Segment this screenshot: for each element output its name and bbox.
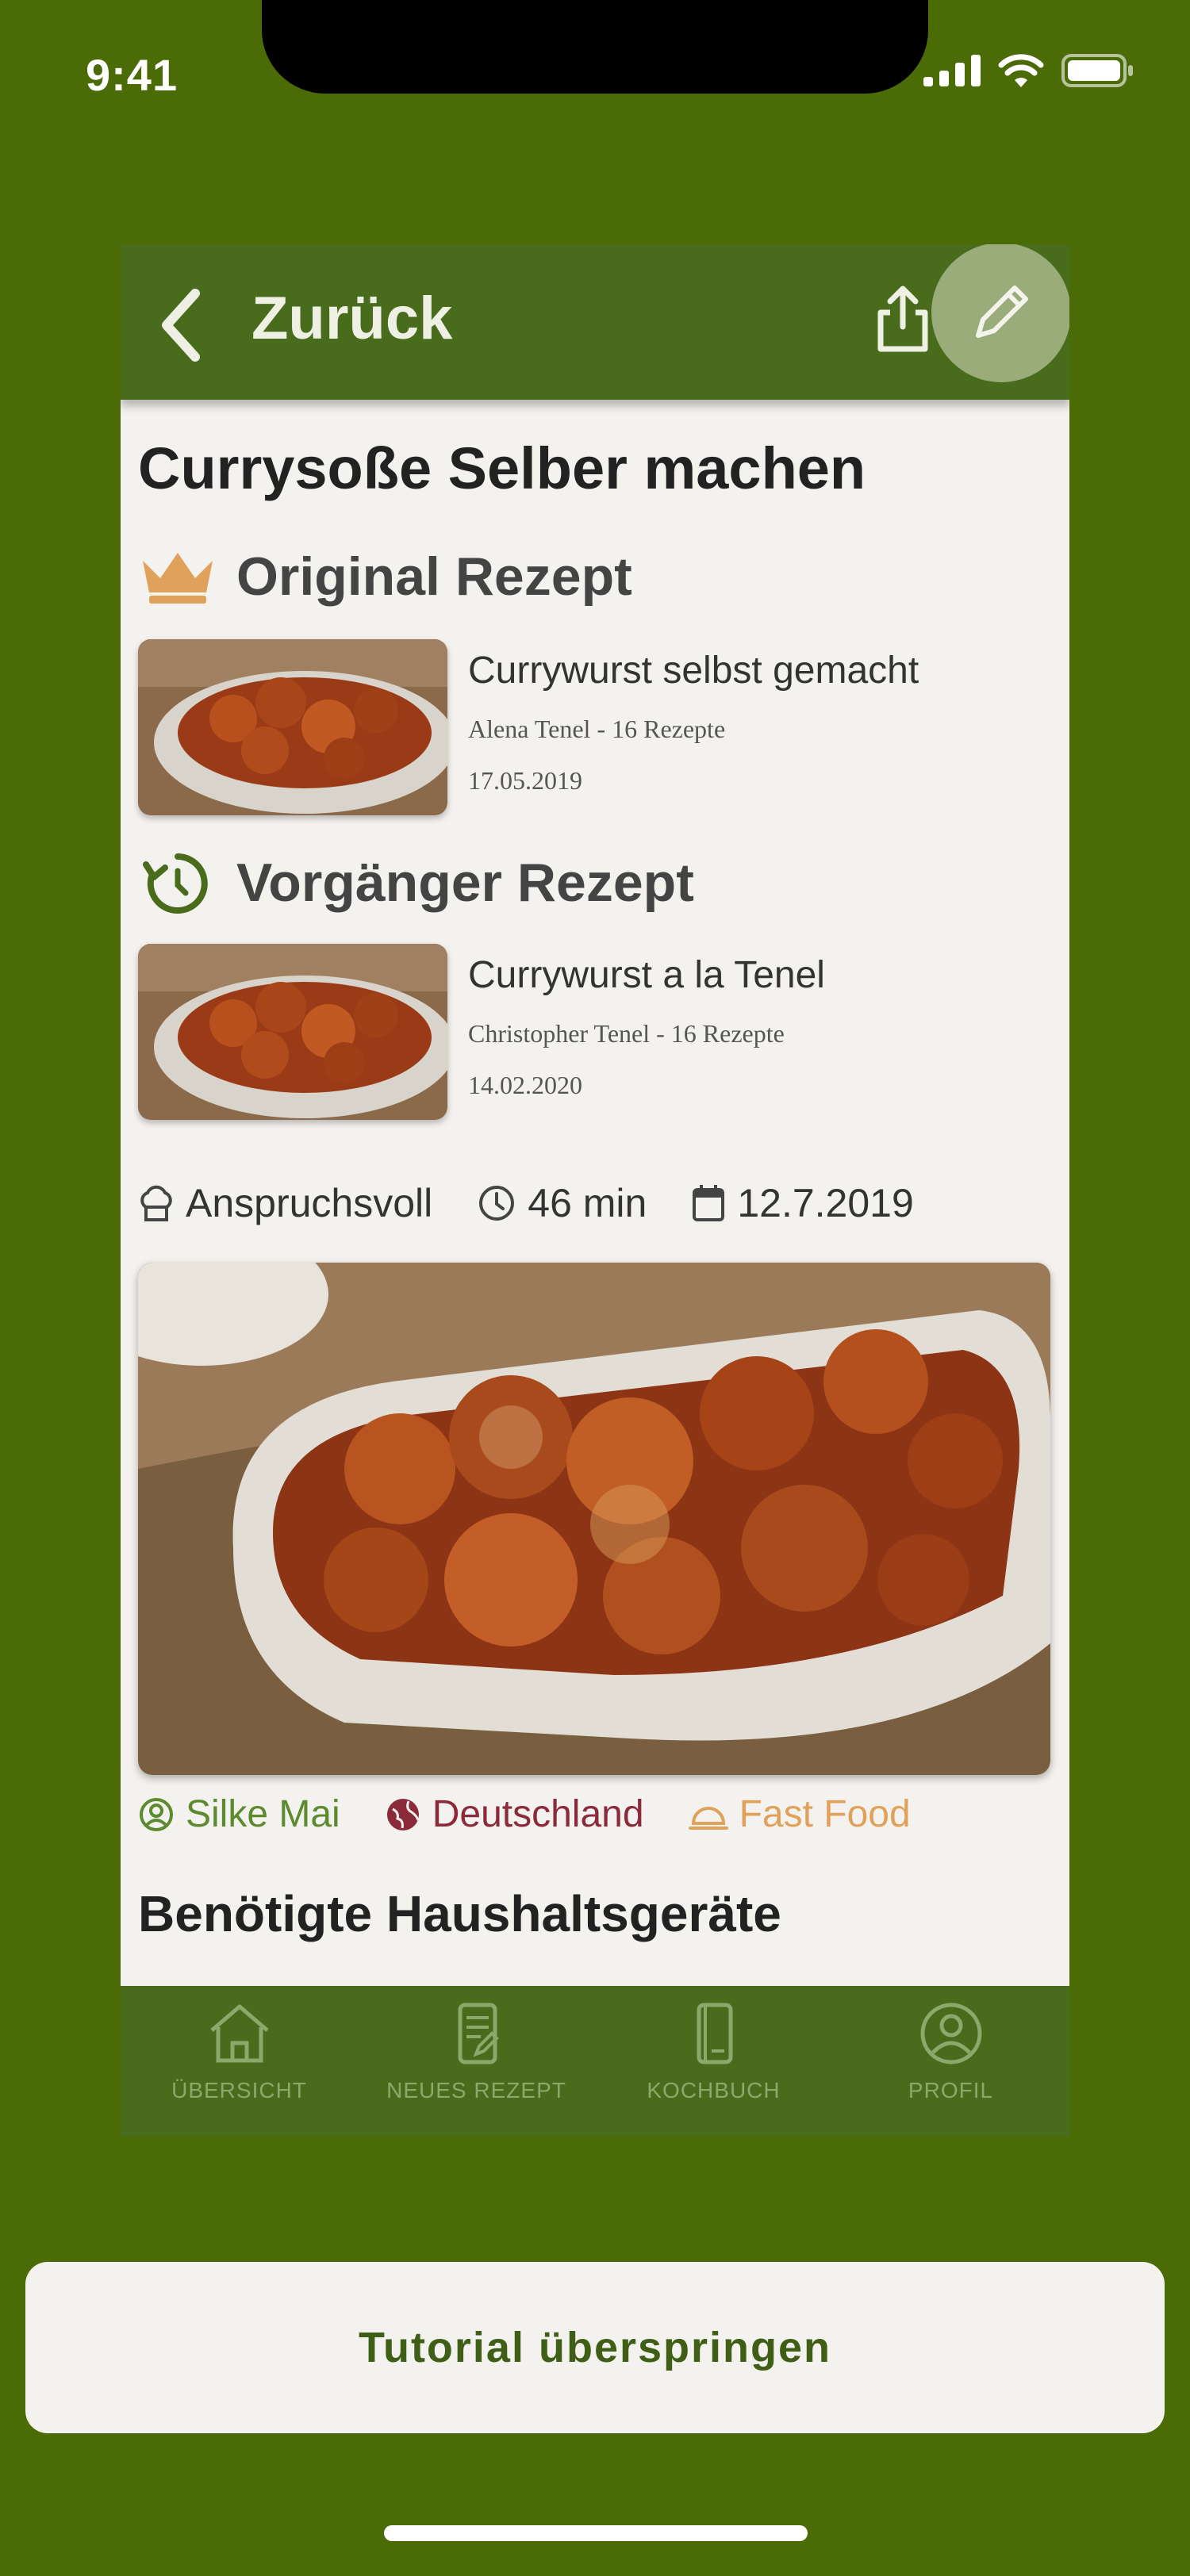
chevron-left-icon[interactable] — [157, 289, 205, 362]
nav-new-recipe[interactable]: NEUES REZEPT — [358, 1986, 595, 2137]
original-recipe-section: Original Rezept — [138, 546, 632, 608]
author-tag-label: Silke Mai — [186, 1793, 340, 1835]
duration-meta: 46 min — [477, 1180, 647, 1226]
home-icon — [209, 2004, 269, 2063]
author-tag[interactable]: Silke Mai — [138, 1792, 340, 1836]
device-notch — [262, 0, 928, 94]
recipe-hero-image — [138, 1263, 1050, 1775]
skip-tutorial-button[interactable]: Tutorial überspringen — [25, 2262, 1165, 2433]
previous-recipe-heading: Vorgänger Rezept — [236, 853, 694, 913]
previous-recipe-date: 14.02.2020 — [468, 1071, 582, 1099]
bottom-navigation: ÜBERSICHT NEUES REZEPT KOCHBUCH PROFIL — [121, 1986, 1069, 2137]
difficulty-meta: Anspruchsvoll — [138, 1180, 432, 1226]
original-recipe-thumbnail — [138, 639, 447, 815]
date-label: 12.7.2019 — [737, 1181, 914, 1225]
previous-recipe-section: Vorgänger Rezept — [138, 849, 694, 917]
share-icon[interactable] — [873, 286, 933, 354]
battery-icon — [1061, 54, 1133, 87]
nav-cookbook[interactable]: KOCHBUCH — [595, 1986, 832, 2137]
previous-recipe-author: Christopher Tenel - 16 Rezepte — [468, 1019, 785, 1048]
original-recipe-title: Currywurst selbst gemacht — [468, 650, 919, 692]
back-button[interactable]: Zurück — [251, 284, 452, 353]
nav-overview-label: ÜBERSICHT — [171, 2078, 307, 2103]
nav-new-recipe-label: NEUES REZEPT — [386, 2078, 566, 2103]
status-time: 9:41 — [86, 50, 178, 100]
profile-icon — [920, 2003, 981, 2064]
cloche-icon — [688, 1806, 728, 1830]
original-recipe-heading: Original Rezept — [236, 546, 632, 607]
signal-icon — [923, 55, 981, 86]
appliances-heading: Benötigte Haushaltsgeräte — [138, 1885, 781, 1942]
previous-recipe-card[interactable]: Currywurst a la Tenel Christopher Tenel … — [138, 944, 825, 1120]
previous-recipe-title: Currywurst a la Tenel — [468, 954, 825, 996]
wifi-icon — [998, 54, 1044, 87]
globe-icon — [386, 1798, 420, 1830]
book-icon — [697, 2003, 732, 2064]
history-icon — [143, 853, 208, 914]
app-screen-preview: Zurück Currysoße Selber machen Original … — [121, 244, 1069, 2137]
edit-button[interactable] — [931, 244, 1069, 382]
app-header: Zurück — [121, 244, 1069, 400]
home-indicator[interactable] — [384, 2525, 808, 2541]
country-tag-label: Deutschland — [432, 1793, 644, 1835]
difficulty-label: Anspruchsvoll — [186, 1181, 433, 1225]
country-tag[interactable]: Deutschland — [385, 1792, 644, 1836]
category-tag-label: Fast Food — [739, 1793, 911, 1835]
nav-profile[interactable]: PROFIL — [832, 1986, 1069, 2137]
note-edit-icon — [458, 2003, 499, 2064]
nav-overview[interactable]: ÜBERSICHT — [121, 1986, 358, 2137]
nav-cookbook-label: KOCHBUCH — [647, 2078, 781, 2103]
previous-recipe-thumbnail — [138, 944, 447, 1120]
original-recipe-card[interactable]: Currywurst selbst gemacht Alena Tenel - … — [138, 639, 919, 815]
nav-profile-label: PROFIL — [908, 2078, 994, 2103]
original-recipe-author: Alena Tenel - 16 Rezepte — [468, 715, 726, 743]
user-circle-icon — [140, 1797, 173, 1831]
recipe-title: Currysoße Selber machen — [138, 435, 866, 501]
recipe-meta-row: Anspruchsvoll 46 min 12.7.2019 — [138, 1180, 958, 1226]
date-meta: 12.7.2019 — [691, 1180, 914, 1226]
recipe-tags: Silke Mai Deutschland Fast Food — [138, 1792, 955, 1836]
duration-label: 46 min — [528, 1181, 647, 1225]
clock-icon — [479, 1186, 515, 1221]
status-icons — [923, 54, 1134, 87]
category-tag[interactable]: Fast Food — [688, 1792, 911, 1836]
original-recipe-date: 17.05.2019 — [468, 766, 582, 795]
chef-hat-icon — [140, 1185, 172, 1221]
pencil-icon — [976, 286, 1028, 338]
calendar-icon — [693, 1185, 725, 1221]
crown-icon — [143, 553, 213, 604]
